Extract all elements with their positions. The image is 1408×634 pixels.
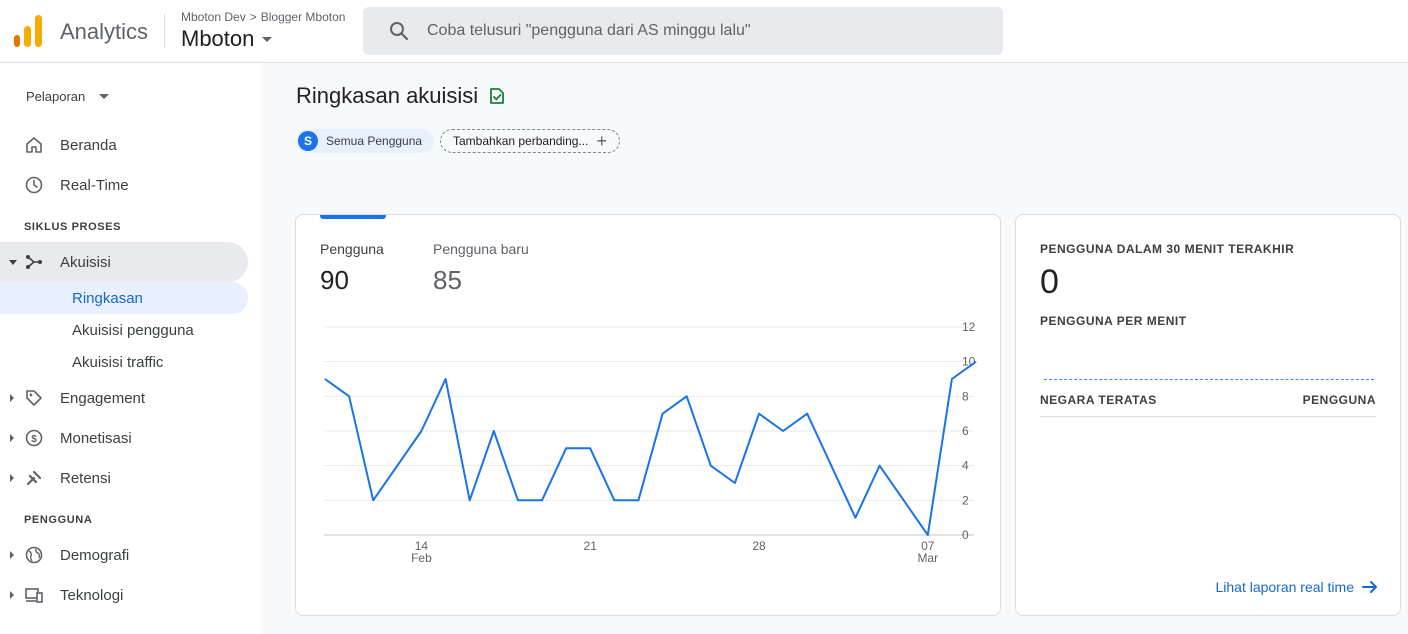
globe-icon	[25, 546, 43, 564]
reporting-dropdown-label: Pelaporan	[26, 89, 86, 104]
sidebar-item-technology[interactable]: Teknologi	[0, 575, 248, 615]
sidebar-item-label: Real-Time	[60, 176, 129, 194]
page-title-text: Ringkasan akuisisi	[296, 83, 479, 108]
breadcrumb-separator: >	[249, 10, 257, 24]
reporting-dropdown[interactable]: Pelaporan	[26, 89, 110, 104]
main-content: Ringkasan akuisisi S Semua Pengguna Tamb…	[262, 63, 1408, 634]
segment-badge: S	[298, 131, 318, 151]
sidebar-subitem-traffic-acquisition[interactable]: Akuisisi traffic	[0, 346, 248, 378]
y-tick-label: 8	[962, 389, 969, 403]
y-tick-label: 0	[962, 528, 969, 542]
col-users: PENGGUNA	[1302, 393, 1376, 407]
sidebar-item-demographics[interactable]: Demografi	[0, 535, 248, 575]
sidebar-item-monetization[interactable]: $ Monetisasi	[0, 418, 248, 458]
plus-icon: +	[596, 131, 607, 151]
magnet-icon	[26, 470, 42, 486]
sidebar-item-label: Demografi	[60, 546, 130, 564]
breadcrumb-account[interactable]: Mboton Dev	[181, 10, 246, 24]
col-country: NEGARA TERATAS	[1040, 393, 1157, 407]
y-tick-label: 2	[962, 493, 969, 507]
sidebar-item-retention[interactable]: Retensi	[0, 458, 248, 498]
add-comparison-label: Tambahkan perbanding...	[453, 134, 589, 148]
svg-text:$: $	[31, 434, 37, 445]
sidebar: Pelaporan Beranda Real-Time SIKLUS PROSE…	[0, 63, 262, 634]
realtime-table-header: NEGARA TERATAS PENGGUNA	[1040, 393, 1376, 417]
add-comparison-chip[interactable]: Tambahkan perbanding... +	[440, 129, 620, 153]
expand-arrow-icon	[10, 551, 14, 559]
property-name: Mboton	[181, 26, 255, 51]
sidebar-item-label: Retensi	[60, 469, 111, 487]
metric-tab-new-users[interactable]: Pengguna baru 85	[433, 241, 529, 296]
view-realtime-link[interactable]: Lihat laporan real time	[1215, 579, 1378, 595]
realtime-value: 0	[1040, 263, 1059, 301]
devices-icon	[25, 588, 43, 603]
sidebar-subitem-user-acquisition[interactable]: Akuisisi pengguna	[0, 314, 248, 346]
metric-tab-users[interactable]: Pengguna 90	[320, 241, 384, 296]
sidebar-subitem-label: Akuisisi traffic	[72, 353, 164, 371]
sidebar-item-label: Akuisisi	[60, 253, 111, 271]
top-header: Analytics Mboton Dev > Blogger Mboton Mb…	[0, 0, 1408, 63]
y-tick-label: 4	[962, 459, 969, 473]
property-selector[interactable]: Mboton	[181, 26, 273, 52]
sidebar-item-label: Engagement	[60, 389, 146, 407]
acquisition-icon	[26, 255, 42, 269]
per-minute-sparkline	[1044, 379, 1374, 380]
x-tick-month: Mar	[917, 551, 938, 565]
x-tick-day: 21	[584, 539, 598, 553]
breadcrumb[interactable]: Mboton Dev > Blogger Mboton	[181, 10, 345, 24]
sidebar-item-label: Teknologi	[60, 586, 124, 604]
sidebar-item-label: Beranda	[60, 136, 117, 154]
segment-chip[interactable]: S Semua Pengguna	[296, 129, 435, 153]
realtime-title: PENGGUNA DALAM 30 MENIT TERAKHIR	[1040, 242, 1295, 256]
expand-arrow-icon	[10, 394, 14, 402]
expand-arrow-icon	[10, 474, 14, 482]
tag-icon	[26, 390, 42, 406]
realtime-card: PENGGUNA DALAM 30 MENIT TERAKHIR 0 PENGG…	[1015, 214, 1401, 616]
metric-value: 85	[433, 265, 462, 295]
sidebar-item-engagement[interactable]: Engagement	[0, 378, 248, 418]
metric-value: 90	[320, 265, 349, 295]
header-divider	[164, 14, 165, 48]
section-label-user: PENGGUNA	[24, 514, 93, 526]
view-realtime-label: Lihat laporan real time	[1215, 579, 1354, 595]
sidebar-subitem-overview[interactable]: Ringkasan	[0, 282, 248, 314]
active-metric-indicator	[320, 215, 386, 219]
home-icon	[26, 137, 42, 153]
sidebar-item-acquisition[interactable]: Akuisisi	[0, 242, 248, 282]
breadcrumb-property[interactable]: Blogger Mboton	[261, 10, 346, 24]
search-bar[interactable]	[363, 7, 1003, 55]
users-line-chart[interactable]: 02468101214Feb21 28 07Mar	[296, 315, 1002, 595]
sidebar-item-label: Monetisasi	[60, 429, 132, 447]
search-input[interactable]	[427, 22, 987, 40]
metric-label: Pengguna	[320, 241, 384, 257]
sidebar-subitem-label: Ringkasan	[72, 289, 143, 307]
clock-icon	[25, 176, 43, 194]
sidebar-item-home[interactable]: Beranda	[0, 125, 248, 165]
dollar-circle-icon: $	[25, 429, 43, 447]
y-tick-label: 12	[962, 320, 976, 334]
y-tick-label: 6	[962, 424, 969, 438]
expand-arrow-icon	[10, 434, 14, 442]
acquisition-chart-card: Pengguna 90 Pengguna baru 85 0 2 4 6 8 10 12 14…	[295, 214, 1001, 616]
section-label-lifecycle: SIKLUS PROSES	[24, 221, 122, 233]
expand-arrow-icon	[9, 259, 17, 265]
analytics-logo[interactable]	[14, 15, 42, 47]
sidebar-item-realtime[interactable]: Real-Time	[0, 165, 248, 205]
per-minute-label: PENGGUNA PER MENIT	[1040, 314, 1187, 328]
x-tick-month: Feb	[411, 551, 432, 565]
metric-label: Pengguna baru	[433, 241, 529, 257]
verified-report-icon[interactable]	[488, 87, 506, 105]
x-tick-day: 28	[752, 539, 766, 553]
app-name: Analytics	[60, 19, 149, 44]
caret-down-icon	[262, 36, 273, 42]
search-icon	[390, 22, 409, 41]
segment-label: Semua Pengguna	[326, 134, 423, 148]
page-title: Ringkasan akuisisi	[296, 83, 506, 109]
expand-arrow-icon	[10, 591, 14, 599]
series-line	[324, 360, 977, 536]
sidebar-subitem-label: Akuisisi pengguna	[72, 321, 194, 339]
arrow-right-icon	[1362, 581, 1377, 593]
caret-down-icon	[99, 94, 110, 99]
